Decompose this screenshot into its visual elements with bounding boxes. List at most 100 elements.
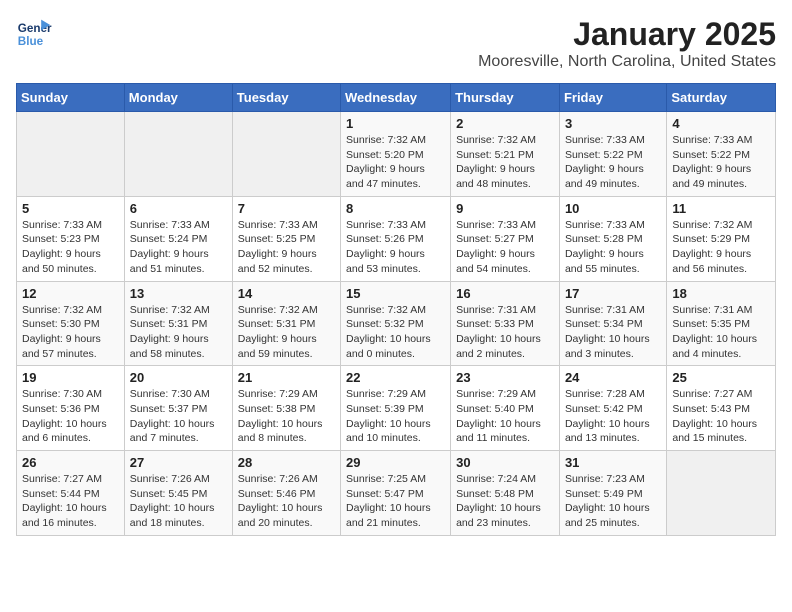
logo: General Blue <box>16 16 52 52</box>
day-number: 6 <box>130 201 227 216</box>
day-info: Sunrise: 7:28 AM Sunset: 5:42 PM Dayligh… <box>565 387 661 446</box>
day-number: 9 <box>456 201 554 216</box>
day-info: Sunrise: 7:33 AM Sunset: 5:25 PM Dayligh… <box>238 218 335 277</box>
calendar-cell <box>17 112 125 197</box>
calendar-cell: 14 Sunrise: 7:32 AM Sunset: 5:31 PM Dayli… <box>232 281 340 366</box>
day-number: 22 <box>346 370 445 385</box>
day-number: 12 <box>22 286 119 301</box>
calendar-cell: 22 Sunrise: 7:29 AM Sunset: 5:39 PM Dayli… <box>341 366 451 451</box>
day-number: 30 <box>456 455 554 470</box>
calendar-cell: 3 Sunrise: 7:33 AM Sunset: 5:22 PM Daylig… <box>559 112 666 197</box>
calendar-cell: 16 Sunrise: 7:31 AM Sunset: 5:33 PM Dayli… <box>451 281 560 366</box>
day-number: 29 <box>346 455 445 470</box>
day-info: Sunrise: 7:33 AM Sunset: 5:23 PM Dayligh… <box>22 218 119 277</box>
day-info: Sunrise: 7:26 AM Sunset: 5:45 PM Dayligh… <box>130 472 227 531</box>
calendar-cell: 9 Sunrise: 7:33 AM Sunset: 5:27 PM Daylig… <box>451 196 560 281</box>
calendar-cell: 31 Sunrise: 7:23 AM Sunset: 5:49 PM Dayli… <box>559 451 666 536</box>
day-number: 23 <box>456 370 554 385</box>
week-row-1: 1Sunrise: 7:32 AM Sunset: 5:20 PM Daylig… <box>17 112 776 197</box>
week-row-3: 12 Sunrise: 7:32 AM Sunset: 5:30 PM Dayli… <box>17 281 776 366</box>
calendar-body: 1Sunrise: 7:32 AM Sunset: 5:20 PM Daylig… <box>17 112 776 536</box>
day-number: 10 <box>565 201 661 216</box>
calendar-cell: 13 Sunrise: 7:32 AM Sunset: 5:31 PM Dayli… <box>124 281 232 366</box>
day-header-monday: Monday <box>124 84 232 112</box>
day-number: 28 <box>238 455 335 470</box>
day-info: Sunrise: 7:32 AM Sunset: 5:30 PM Dayligh… <box>22 303 119 362</box>
day-number: 18 <box>672 286 770 301</box>
day-info: Sunrise: 7:33 AM Sunset: 5:22 PM Dayligh… <box>672 133 770 192</box>
calendar-cell: 18 Sunrise: 7:31 AM Sunset: 5:35 PM Dayli… <box>667 281 776 366</box>
calendar-cell: 21 Sunrise: 7:29 AM Sunset: 5:38 PM Dayli… <box>232 366 340 451</box>
day-info: Sunrise: 7:30 AM Sunset: 5:36 PM Dayligh… <box>22 387 119 446</box>
day-number: 13 <box>130 286 227 301</box>
day-info: Sunrise: 7:26 AM Sunset: 5:46 PM Dayligh… <box>238 472 335 531</box>
day-info: Sunrise: 7:31 AM Sunset: 5:33 PM Dayligh… <box>456 303 554 362</box>
calendar-cell: 5 Sunrise: 7:33 AM Sunset: 5:23 PM Daylig… <box>17 196 125 281</box>
day-info: Sunrise: 7:31 AM Sunset: 5:34 PM Dayligh… <box>565 303 661 362</box>
day-info: Sunrise: 7:32 AM Sunset: 5:32 PM Dayligh… <box>346 303 445 362</box>
day-header-sunday: Sunday <box>17 84 125 112</box>
calendar-cell: 29Sunrise: 7:25 AM Sunset: 5:47 PM Dayli… <box>341 451 451 536</box>
day-number: 14 <box>238 286 335 301</box>
day-header-thursday: Thursday <box>451 84 560 112</box>
day-info: Sunrise: 7:23 AM Sunset: 5:49 PM Dayligh… <box>565 472 661 531</box>
day-header-wednesday: Wednesday <box>341 84 451 112</box>
day-number: 25 <box>672 370 770 385</box>
calendar-cell: 7 Sunrise: 7:33 AM Sunset: 5:25 PM Daylig… <box>232 196 340 281</box>
day-info: Sunrise: 7:32 AM Sunset: 5:20 PM Dayligh… <box>346 133 445 192</box>
day-info: Sunrise: 7:30 AM Sunset: 5:37 PM Dayligh… <box>130 387 227 446</box>
calendar-cell: 11 Sunrise: 7:32 AM Sunset: 5:29 PM Dayli… <box>667 196 776 281</box>
day-number: 31 <box>565 455 661 470</box>
logo-icon: General Blue <box>16 16 52 52</box>
day-number: 11 <box>672 201 770 216</box>
day-info: Sunrise: 7:33 AM Sunset: 5:22 PM Dayligh… <box>565 133 661 192</box>
day-info: Sunrise: 7:32 AM Sunset: 5:21 PM Dayligh… <box>456 133 554 192</box>
day-info: Sunrise: 7:32 AM Sunset: 5:31 PM Dayligh… <box>238 303 335 362</box>
calendar-cell: 24 Sunrise: 7:28 AM Sunset: 5:42 PM Dayli… <box>559 366 666 451</box>
day-info: Sunrise: 7:27 AM Sunset: 5:44 PM Dayligh… <box>22 472 119 531</box>
day-info: Sunrise: 7:32 AM Sunset: 5:29 PM Dayligh… <box>672 218 770 277</box>
day-number: 8 <box>346 201 445 216</box>
day-info: Sunrise: 7:31 AM Sunset: 5:35 PM Dayligh… <box>672 303 770 362</box>
day-info: Sunrise: 7:29 AM Sunset: 5:40 PM Dayligh… <box>456 387 554 446</box>
day-info: Sunrise: 7:24 AM Sunset: 5:48 PM Dayligh… <box>456 472 554 531</box>
day-number: 26 <box>22 455 119 470</box>
week-row-4: 19 Sunrise: 7:30 AM Sunset: 5:36 PM Dayli… <box>17 366 776 451</box>
calendar-table: SundayMondayTuesdayWednesdayThursdayFrid… <box>16 83 776 536</box>
day-header-saturday: Saturday <box>667 84 776 112</box>
day-number: 7 <box>238 201 335 216</box>
calendar-cell: 1Sunrise: 7:32 AM Sunset: 5:20 PM Daylig… <box>341 112 451 197</box>
day-number: 2 <box>456 116 554 131</box>
day-number: 19 <box>22 370 119 385</box>
day-info: Sunrise: 7:32 AM Sunset: 5:31 PM Dayligh… <box>130 303 227 362</box>
day-header-friday: Friday <box>559 84 666 112</box>
day-info: Sunrise: 7:33 AM Sunset: 5:27 PM Dayligh… <box>456 218 554 277</box>
calendar-cell: 15 Sunrise: 7:32 AM Sunset: 5:32 PM Dayli… <box>341 281 451 366</box>
day-info: Sunrise: 7:29 AM Sunset: 5:38 PM Dayligh… <box>238 387 335 446</box>
day-number: 4 <box>672 116 770 131</box>
calendar-cell: 27Sunrise: 7:26 AM Sunset: 5:45 PM Dayli… <box>124 451 232 536</box>
day-number: 5 <box>22 201 119 216</box>
day-number: 3 <box>565 116 661 131</box>
calendar-cell: 20 Sunrise: 7:30 AM Sunset: 5:37 PM Dayli… <box>124 366 232 451</box>
header: General Blue January 2025 Mooresville, N… <box>16 16 776 71</box>
day-number: 24 <box>565 370 661 385</box>
day-header-tuesday: Tuesday <box>232 84 340 112</box>
calendar-cell: 6 Sunrise: 7:33 AM Sunset: 5:24 PM Daylig… <box>124 196 232 281</box>
day-info: Sunrise: 7:33 AM Sunset: 5:26 PM Dayligh… <box>346 218 445 277</box>
day-number: 17 <box>565 286 661 301</box>
week-row-5: 26 Sunrise: 7:27 AM Sunset: 5:44 PM Dayli… <box>17 451 776 536</box>
day-info: Sunrise: 7:29 AM Sunset: 5:39 PM Dayligh… <box>346 387 445 446</box>
day-info: Sunrise: 7:33 AM Sunset: 5:24 PM Dayligh… <box>130 218 227 277</box>
day-number: 15 <box>346 286 445 301</box>
day-number: 16 <box>456 286 554 301</box>
calendar-cell: 28 Sunrise: 7:26 AM Sunset: 5:46 PM Dayli… <box>232 451 340 536</box>
calendar-cell: 12 Sunrise: 7:32 AM Sunset: 5:30 PM Dayli… <box>17 281 125 366</box>
day-info: Sunrise: 7:33 AM Sunset: 5:28 PM Dayligh… <box>565 218 661 277</box>
month-title: January 2025 <box>478 16 776 53</box>
day-number: 20 <box>130 370 227 385</box>
day-number: 21 <box>238 370 335 385</box>
week-row-2: 5 Sunrise: 7:33 AM Sunset: 5:23 PM Daylig… <box>17 196 776 281</box>
calendar-cell: 23 Sunrise: 7:29 AM Sunset: 5:40 PM Dayli… <box>451 366 560 451</box>
title-area: January 2025 Mooresville, North Carolina… <box>478 16 776 71</box>
